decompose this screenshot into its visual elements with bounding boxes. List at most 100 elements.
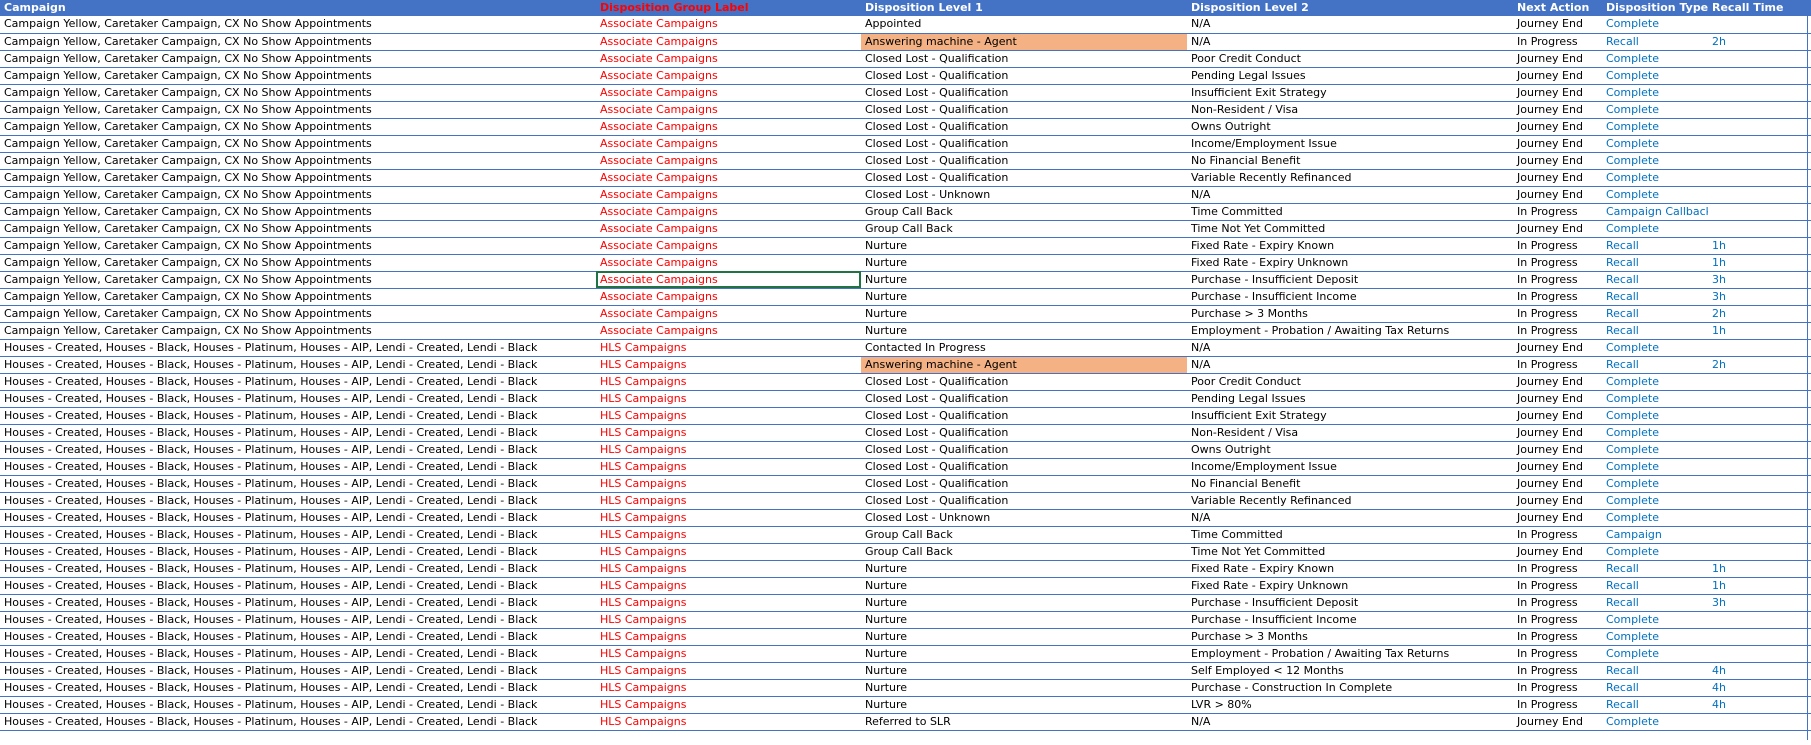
- cell-group[interactable]: HLS Campaigns: [596, 577, 861, 595]
- cell-recall-time[interactable]: [1708, 645, 1811, 663]
- cell-level2[interactable]: Purchase - Insufficient Income: [1187, 288, 1513, 306]
- cell-recall-time[interactable]: [1708, 373, 1811, 391]
- cell-dtype[interactable]: Recall: [1602, 322, 1708, 340]
- cell-dtype[interactable]: Complete: [1602, 424, 1708, 442]
- cell-dtype[interactable]: Recall: [1602, 254, 1708, 272]
- cell-dtype[interactable]: Complete: [1602, 645, 1708, 663]
- cell-campaign[interactable]: Houses - Created, Houses - Black, Houses…: [0, 390, 596, 408]
- cell-level2[interactable]: Employment - Probation / Awaiting Tax Re…: [1187, 645, 1513, 663]
- cell-group[interactable]: Associate Campaigns: [596, 50, 861, 68]
- cell-level1[interactable]: Nurture: [861, 305, 1187, 323]
- cell-campaign[interactable]: Houses - Created, Houses - Black, Houses…: [0, 696, 596, 714]
- cell-level2[interactable]: Purchase - Insufficient Income: [1187, 611, 1513, 629]
- cell-level1[interactable]: Nurture: [861, 254, 1187, 272]
- cell-group[interactable]: HLS Campaigns: [596, 628, 861, 646]
- cell-next-action[interactable]: In Progress: [1513, 33, 1602, 51]
- cell-level1[interactable]: Closed Lost - Qualification: [861, 390, 1187, 408]
- cell-next-action[interactable]: Journey End: [1513, 407, 1602, 425]
- cell-dtype[interactable]: Recall: [1602, 577, 1708, 595]
- cell-group[interactable]: HLS Campaigns: [596, 526, 861, 544]
- cell-dtype[interactable]: Complete: [1602, 509, 1708, 527]
- cell-group[interactable]: Associate Campaigns: [596, 271, 861, 289]
- cell-recall-time[interactable]: [1708, 203, 1811, 221]
- cell-campaign[interactable]: Houses - Created, Houses - Black, Houses…: [0, 356, 596, 374]
- cell-group[interactable]: HLS Campaigns: [596, 543, 861, 561]
- cell-campaign[interactable]: Campaign Yellow, Caretaker Campaign, CX …: [0, 220, 596, 238]
- cell-recall-time[interactable]: [1708, 543, 1811, 561]
- cell-group[interactable]: HLS Campaigns: [596, 458, 861, 476]
- cell-next-action[interactable]: Journey End: [1513, 118, 1602, 136]
- cell-recall-time[interactable]: [1708, 101, 1811, 119]
- cell-next-action[interactable]: In Progress: [1513, 645, 1602, 663]
- cell-group[interactable]: HLS Campaigns: [596, 475, 861, 493]
- cell-recall-time[interactable]: 1h: [1708, 237, 1811, 255]
- cell-recall-time[interactable]: 1h: [1708, 322, 1811, 340]
- cell-level2[interactable]: Non-Resident / Visa: [1187, 101, 1513, 119]
- cell-dtype[interactable]: Recall: [1602, 305, 1708, 323]
- cell-recall-time[interactable]: 4h: [1708, 696, 1811, 714]
- cell-level2[interactable]: No Financial Benefit: [1187, 152, 1513, 170]
- cell-campaign[interactable]: Campaign Yellow, Caretaker Campaign, CX …: [0, 169, 596, 187]
- cell-dtype[interactable]: Recall: [1602, 271, 1708, 289]
- cell-dtype[interactable]: Complete: [1602, 339, 1708, 357]
- cell-campaign[interactable]: Houses - Created, Houses - Black, Houses…: [0, 577, 596, 595]
- cell-recall-time[interactable]: 3h: [1708, 288, 1811, 306]
- cell-dtype[interactable]: Complete: [1602, 135, 1708, 153]
- cell-level2[interactable]: Purchase > 3 Months: [1187, 305, 1513, 323]
- cell-recall-time[interactable]: 4h: [1708, 679, 1811, 697]
- cell-group[interactable]: Associate Campaigns: [596, 84, 861, 102]
- cell-level1[interactable]: Closed Lost - Qualification: [861, 118, 1187, 136]
- cell-level2[interactable]: Time Not Yet Committed: [1187, 543, 1513, 561]
- cell-level2[interactable]: Employment - Probation / Awaiting Tax Re…: [1187, 322, 1513, 340]
- cell-recall-time[interactable]: 1h: [1708, 560, 1811, 578]
- cell-dtype[interactable]: Complete: [1602, 458, 1708, 476]
- cell-next-action[interactable]: In Progress: [1513, 611, 1602, 629]
- cell-dtype[interactable]: Complete: [1602, 169, 1708, 187]
- cell-level2[interactable]: Variable Recently Refinanced: [1187, 169, 1513, 187]
- cell-level1[interactable]: Nurture: [861, 577, 1187, 595]
- cell-group[interactable]: HLS Campaigns: [596, 679, 861, 697]
- cell-level1[interactable]: Answering machine - Agent: [861, 356, 1187, 374]
- cell-next-action[interactable]: In Progress: [1513, 288, 1602, 306]
- cell-level2[interactable]: Income/Employment Issue: [1187, 135, 1513, 153]
- cell-next-action[interactable]: Journey End: [1513, 67, 1602, 85]
- cell-recall-time[interactable]: [1708, 611, 1811, 629]
- cell-campaign[interactable]: Houses - Created, Houses - Black, Houses…: [0, 339, 596, 357]
- cell-dtype[interactable]: Complete: [1602, 441, 1708, 459]
- cell-campaign[interactable]: Campaign Yellow, Caretaker Campaign, CX …: [0, 67, 596, 85]
- cell-campaign[interactable]: Campaign Yellow, Caretaker Campaign, CX …: [0, 135, 596, 153]
- cell-level1[interactable]: Closed Lost - Qualification: [861, 373, 1187, 391]
- cell-group[interactable]: HLS Campaigns: [596, 339, 861, 357]
- cell-level1[interactable]: Closed Lost - Unknown: [861, 509, 1187, 527]
- cell-dtype[interactable]: Complete: [1602, 373, 1708, 391]
- cell-group[interactable]: Associate Campaigns: [596, 135, 861, 153]
- cell-campaign[interactable]: Houses - Created, Houses - Black, Houses…: [0, 492, 596, 510]
- cell-next-action[interactable]: Journey End: [1513, 50, 1602, 68]
- cell-level1[interactable]: Closed Lost - Qualification: [861, 84, 1187, 102]
- cell-next-action[interactable]: In Progress: [1513, 322, 1602, 340]
- header-disposition-type[interactable]: Disposition Type: [1602, 0, 1708, 16]
- cell-group[interactable]: HLS Campaigns: [596, 441, 861, 459]
- cell-group[interactable]: Associate Campaigns: [596, 67, 861, 85]
- cell-campaign[interactable]: Campaign Yellow, Caretaker Campaign, CX …: [0, 186, 596, 204]
- cell-campaign[interactable]: Houses - Created, Houses - Black, Houses…: [0, 713, 596, 731]
- cell-next-action[interactable]: Journey End: [1513, 390, 1602, 408]
- cell-campaign[interactable]: Houses - Created, Houses - Black, Houses…: [0, 679, 596, 697]
- cell-group[interactable]: HLS Campaigns: [596, 373, 861, 391]
- cell-group[interactable]: Associate Campaigns: [596, 186, 861, 204]
- cell-level2[interactable]: Insufficient Exit Strategy: [1187, 407, 1513, 425]
- cell-dtype[interactable]: Campaign Callback: [1602, 203, 1708, 221]
- cell-campaign[interactable]: Houses - Created, Houses - Black, Houses…: [0, 407, 596, 425]
- cell-level1[interactable]: Closed Lost - Qualification: [861, 441, 1187, 459]
- cell-next-action[interactable]: Journey End: [1513, 339, 1602, 357]
- cell-level1[interactable]: Group Call Back: [861, 203, 1187, 221]
- cell-next-action[interactable]: In Progress: [1513, 662, 1602, 680]
- cell-recall-time[interactable]: [1708, 186, 1811, 204]
- cell-recall-time[interactable]: [1708, 441, 1811, 459]
- cell-level1[interactable]: Nurture: [861, 237, 1187, 255]
- cell-dtype[interactable]: Complete: [1602, 492, 1708, 510]
- cell-next-action[interactable]: Journey End: [1513, 135, 1602, 153]
- cell-dtype[interactable]: Complete: [1602, 101, 1708, 119]
- cell-campaign[interactable]: Campaign Yellow, Caretaker Campaign, CX …: [0, 33, 596, 51]
- header-recall-time[interactable]: Recall Time: [1708, 0, 1811, 16]
